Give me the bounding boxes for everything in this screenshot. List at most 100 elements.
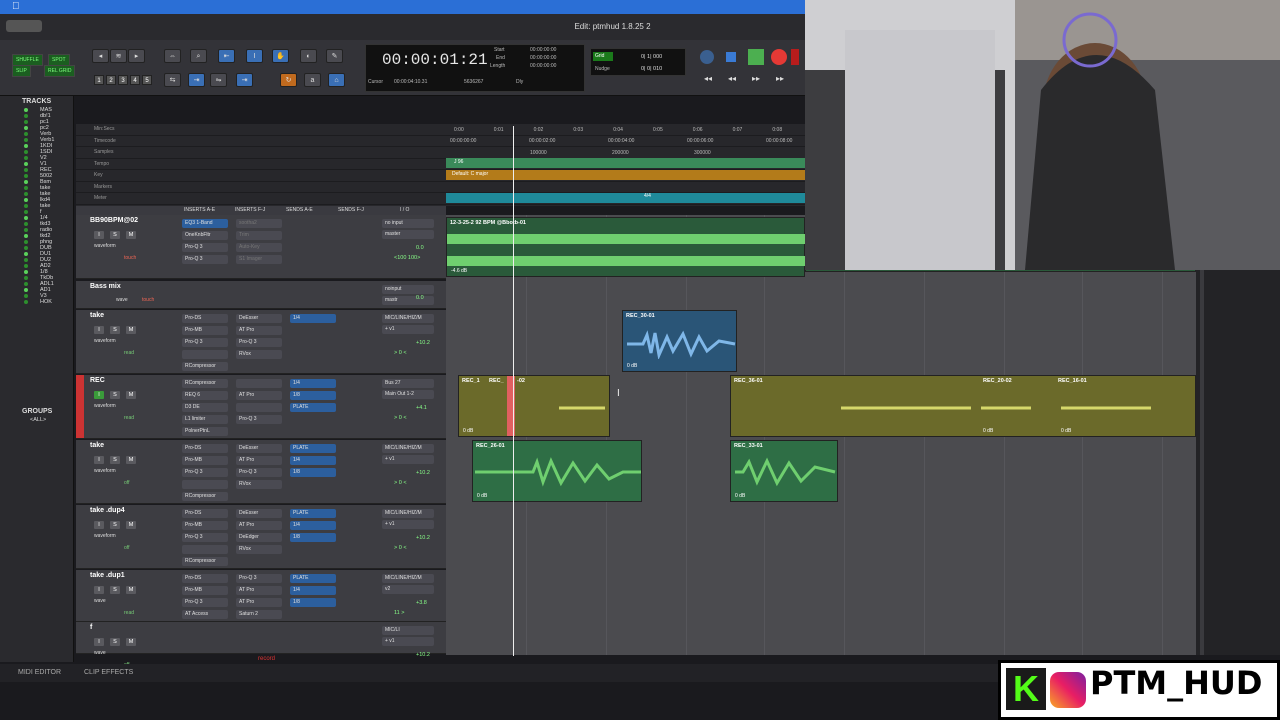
insert-slot[interactable]: Pro-MB	[182, 456, 228, 465]
send-slot[interactable]: 1/4	[290, 379, 336, 388]
insert-slot[interactable]: PolnerPtnL	[182, 427, 228, 436]
mute-button[interactable]: M	[126, 456, 136, 464]
track-visible-icon[interactable]	[24, 282, 28, 286]
volume-value[interactable]: +10.2	[416, 470, 430, 476]
insert-slot-fj[interactable]: Pro-Q 3	[236, 415, 282, 424]
track-view-selector[interactable]: waveform	[94, 403, 116, 409]
solo-button[interactable]: S	[110, 391, 120, 399]
insert-slot[interactable]: Pro-Q 3	[182, 255, 228, 264]
zoom-wave-icon[interactable]: ≋	[110, 49, 127, 63]
output-selector[interactable]: Main Out 1-2	[382, 390, 434, 399]
clip-rec30[interactable]: REC_30-01 0 dB	[622, 310, 737, 372]
tab-to-transient-icon[interactable]: ⇥	[188, 73, 205, 87]
link-timeline-icon[interactable]: ⌂	[328, 73, 345, 87]
output-selector[interactable]: + v1	[382, 520, 434, 529]
input-selector[interactable]: noinput	[382, 285, 434, 294]
automation-mode[interactable]: off	[124, 545, 129, 551]
insert-slot[interactable]: OneKnbFltr	[182, 231, 228, 240]
link-icon[interactable]: ⇆	[164, 73, 181, 87]
track-view-selector[interactable]: waveform	[94, 468, 116, 474]
track-name[interactable]: take	[90, 312, 104, 319]
insert-slot-fj[interactable]: Saturn 2	[236, 610, 282, 619]
clip-rec36[interactable]: REC_36-01 REC_20-02 REC_16-01 0 dB 0 dB	[730, 375, 1196, 437]
output-selector[interactable]: master	[382, 230, 434, 239]
record-mode-icon[interactable]	[791, 49, 799, 65]
input-monitor-button[interactable]: I	[94, 326, 104, 334]
insert-slot-fj[interactable]: AT Pro	[236, 521, 282, 530]
selector-tool-icon[interactable]: I	[246, 49, 263, 63]
track-visible-icon[interactable]	[24, 204, 28, 208]
insert-slot-fj[interactable]: AT Pro	[236, 456, 282, 465]
track-visible-icon[interactable]	[24, 180, 28, 184]
track-header[interactable]: REC I S Mwaveform read RCompressor REQ 6 D3 DE L…	[76, 375, 446, 439]
insert-slot-fj[interactable]	[236, 403, 282, 412]
pencil-tool-icon[interactable]: ✎	[326, 49, 343, 63]
track-header[interactable]: take I S Mwaveform read Pro-DS Pro-MB Pro-Q 3 RC…	[76, 310, 446, 374]
mute-button[interactable]: M	[126, 586, 136, 594]
grabber-tool-icon[interactable]: ✋	[272, 49, 289, 63]
send-slot[interactable]: PLATE	[290, 509, 336, 518]
insertion-follows-icon[interactable]: ⇥	[236, 73, 253, 87]
track-visible-icon[interactable]	[24, 144, 28, 148]
automation-mode[interactable]: read	[124, 610, 134, 616]
insert-slot-fj[interactable]: AT Pro	[236, 391, 282, 400]
zoom-preset-1[interactable]: 1	[94, 75, 104, 85]
insert-slot[interactable]: Pro-MB	[182, 586, 228, 595]
send-slot[interactable]: PLATE	[290, 574, 336, 583]
insert-slot[interactable]: RCompressor	[182, 492, 228, 501]
clip-effects-tab[interactable]: CLIP EFFECTS	[84, 669, 133, 676]
track-visible-icon[interactable]	[24, 138, 28, 142]
solo-button[interactable]: S	[110, 586, 120, 594]
stop-icon[interactable]	[726, 52, 736, 62]
solo-button[interactable]: S	[110, 456, 120, 464]
input-monitor-button[interactable]: I	[94, 391, 104, 399]
volume-value[interactable]: 0.0	[416, 245, 424, 251]
pan-value[interactable]: 11 >	[394, 610, 404, 616]
input-selector[interactable]: no input	[382, 219, 434, 228]
insert-slot[interactable]: Pro-DS	[182, 574, 228, 583]
insert-slot[interactable]: Pro-Q 3	[182, 468, 228, 477]
zoom-in-icon[interactable]: ▸	[128, 49, 145, 63]
send-slot[interactable]: 1/4	[290, 456, 336, 465]
insert-slot[interactable]: Pro-DS	[182, 444, 228, 453]
track-name[interactable]: Bass mix	[90, 283, 121, 290]
track-visible-icon[interactable]	[24, 108, 28, 112]
insert-slot-fj[interactable]: DeEdger	[236, 533, 282, 542]
track-name[interactable]: REC	[90, 377, 105, 384]
nudge-value[interactable]: 0| 0| 010	[641, 66, 662, 72]
insert-slot-fj[interactable]: Auto-Key	[236, 243, 282, 252]
zoom-preset-3[interactable]: 3	[118, 75, 128, 85]
insert-slot[interactable]: Pro-Q 3	[182, 533, 228, 542]
automation-mode[interactable]: read	[124, 415, 134, 421]
track-visible-icon[interactable]	[24, 288, 28, 292]
length-value[interactable]: 00:00:00:00	[530, 63, 556, 69]
send-slot[interactable]: PLATE	[290, 403, 336, 412]
end-icon[interactable]: ▸▸	[776, 74, 784, 83]
track-header[interactable]: fISMwaveoffMIC/LI+ v1+10.2	[76, 622, 446, 668]
volume-value[interactable]: 0.0	[416, 295, 424, 301]
window-controls[interactable]	[6, 20, 42, 32]
send-slot[interactable]: 1/8	[290, 533, 336, 542]
insert-slot[interactable]: Pro-MB	[182, 326, 228, 335]
insert-slot-fj[interactable]: AT Pro	[236, 586, 282, 595]
solo-button[interactable]: S	[110, 231, 120, 239]
input-monitor-button[interactable]: I	[94, 231, 104, 239]
input-monitor-button[interactable]: I	[94, 638, 104, 646]
insert-slot-fj[interactable]	[236, 379, 282, 388]
track-name[interactable]: take .dup4	[90, 507, 125, 514]
back-icon[interactable]: ◂◂	[728, 74, 736, 83]
track-header[interactable]: BB90BPM@02 I S Mwaveform touch EQ3 1-Band OneK…	[76, 215, 446, 279]
playhead[interactable]	[513, 126, 514, 656]
solo-button[interactable]: S	[110, 521, 120, 529]
track-visible-icon[interactable]	[24, 210, 28, 214]
pan-value[interactable]: > 0 <	[394, 415, 407, 421]
track-name[interactable]: take	[90, 442, 104, 449]
input-selector[interactable]: MIC/LINE/HIZ/M	[382, 509, 434, 518]
track-header[interactable]: take I S Mwaveform off Pro-DS Pro-MB Pro-Q 3 RCo…	[76, 440, 446, 504]
automation-mode[interactable]: off	[124, 480, 129, 486]
insert-slot-fj[interactable]: AT Pro	[236, 598, 282, 607]
forward-icon[interactable]: ▸▸	[752, 74, 760, 83]
solo-button[interactable]: S	[110, 638, 120, 646]
track-visible-icon[interactable]	[24, 246, 28, 250]
insert-slot[interactable]: Pro-MB	[182, 521, 228, 530]
